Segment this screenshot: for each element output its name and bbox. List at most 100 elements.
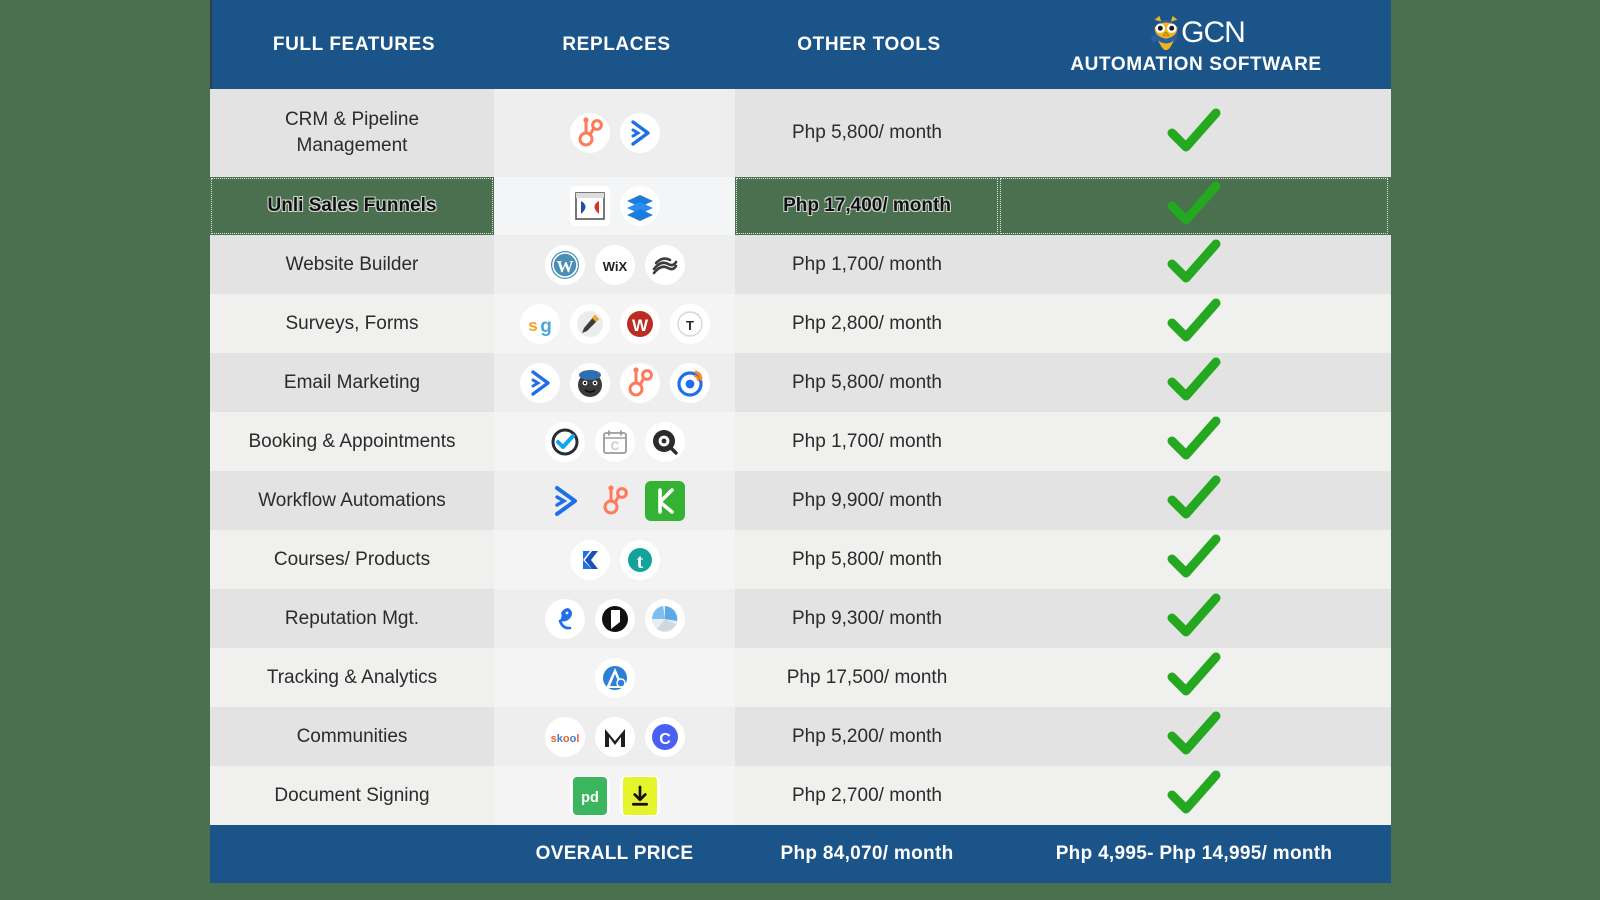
feature-name-cell: Courses/ Products [273,548,431,570]
green-check-icon [1166,180,1222,233]
green-check-svg [1167,770,1221,814]
clickfunnels-icon [569,186,610,226]
other-tools-price-cell: Php 17,500/ month [786,666,948,688]
replaces-logos-cell [494,471,735,530]
other-tools-price-cell: Php 5,800/ month [792,371,942,393]
header-replaces: REPLACES [562,33,671,55]
gcn-included-cell [999,766,1389,825]
svg-text:WiX: WiX [602,259,627,274]
wordpress-icon: W [544,244,585,285]
activecampaign-plain-icon [545,481,585,521]
green-check-icon [1166,297,1222,350]
jotform-icon [569,303,610,344]
table-row: Courses/ Products t Php 5,800/ month [210,530,1391,589]
table-row: Email Marketing Php 5,800/ month [210,353,1391,412]
birdeye-icon [544,598,585,639]
mailerlite-icon [669,362,710,403]
feature-name-cell: Email Marketing [283,371,421,393]
keap-icon [644,480,685,521]
table-row: Document Signing pd Php 2,700/ month [210,766,1391,825]
svg-text:C: C [610,439,619,453]
comparison-table-page: FULL FEATURES REPLACES OTHER TOOLS GCN A… [0,0,1600,900]
svg-text:T: T [686,318,694,333]
replaces-logos-cell [494,353,735,412]
green-check-icon [1166,107,1222,160]
squarespace-icon [644,244,685,285]
other-tools-price-cell: Php 17,400/ month [735,177,999,235]
svg-text:g: g [540,316,552,337]
other-tools-price-cell: Php 9,900/ month [792,489,942,511]
podium-icon [594,598,635,639]
green-check-svg [1167,357,1221,401]
gcn-included-cell [999,177,1389,235]
table-row: Workflow Automations Php 9,900/ month [210,471,1391,530]
feature-name-cell: Reputation Mgt. [284,607,420,629]
mighty-networks-icon [594,716,635,757]
header-gcn-brand: GCN AUTOMATION SOFTWARE [1001,0,1391,89]
activecampaign-icon [519,362,560,403]
surveygizmo-icon: sg [519,303,560,344]
hubspot-icon [569,113,610,153]
replaces-logos-cell [494,589,735,648]
other-tools-price-cell: Php 5,800/ month [792,122,942,143]
feature-name-cell: Tracking & Analytics [266,666,438,688]
gcn-included-cell [999,707,1389,766]
svg-text:C: C [659,731,671,748]
feature-name-cell: Website Builder [285,253,419,275]
footer-other-tools-total: Php 84,070/ month [780,843,954,864]
green-check-svg [1167,239,1221,283]
activecampaign-icon [619,113,660,153]
green-check-icon [1166,356,1222,409]
green-check-svg [1167,108,1221,151]
mailchimp-icon [569,362,610,403]
replaces-logos-cell: C [494,412,735,471]
brand-lockup: GCN [1147,13,1246,53]
leadpages-icon [619,186,660,226]
green-check-icon [1166,710,1222,763]
footer-gcn-total: Php 4,995- Php 14,995/ month [1055,843,1333,864]
replaces-logos-cell [494,89,735,177]
gcn-included-cell [999,589,1389,648]
gcn-included-cell [999,471,1389,530]
brand-subtitle: AUTOMATION SOFTWARE [1070,54,1322,75]
wix-icon: WiX [594,244,635,285]
green-check-svg [1167,181,1221,224]
green-check-svg [1167,475,1221,519]
green-check-svg [1167,298,1221,342]
table-row: Unli Sales Funnels Php 17,400/ month [210,177,1391,235]
feature-name-cell: Surveys, Forms [285,312,419,334]
green-check-svg [1167,711,1221,755]
feature-name-cell: CRM & Pipeline Management [284,109,420,156]
gcn-included-cell [999,89,1389,177]
table-footer-row: OVERALL PRICE Php 84,070/ month Php 4,99… [210,825,1391,883]
feature-name-cell: Workflow Automations [258,489,446,511]
table-header-row: FULL FEATURES REPLACES OTHER TOOLS GCN A… [210,0,1391,89]
other-tools-price-cell: Php 9,300/ month [792,607,942,629]
table-row: Booking & Appointments C Php 1,700/ month [210,412,1391,471]
green-check-icon [1166,592,1222,645]
svg-text:t: t [636,551,643,573]
replaces-logos-cell [494,177,735,235]
kajabi-icon [569,539,610,580]
feature-name-cell: Unli Sales Funnels [210,177,494,235]
feature-comparison-table: FULL FEATURES REPLACES OTHER TOOLS GCN A… [210,0,1391,884]
feature-name-cell: Communities [296,725,408,747]
calendar-icon: C [594,421,635,462]
green-check-icon [1166,415,1222,468]
trustpilot-icon [644,598,685,639]
green-check-icon [1166,769,1222,822]
replaces-logos-cell: pd [494,766,735,825]
gcn-included-cell [999,530,1389,589]
hubspot-icon [619,362,660,403]
footer-overall-price-label: OVERALL PRICE [535,843,694,864]
analytics-icon [594,657,635,698]
skool-icon: skool [544,716,585,757]
svg-text:s: s [528,316,537,335]
footer-spacer [210,825,494,883]
table-row: Tracking & Analytics Php 17,500/ month [210,648,1391,707]
other-tools-price-cell: Php 5,800/ month [792,548,942,570]
header-full-features: FULL FEATURES [272,33,436,55]
svg-text:W: W [631,316,648,335]
feature-name-cell: Booking & Appointments [248,430,456,452]
green-check-svg [1167,593,1221,637]
